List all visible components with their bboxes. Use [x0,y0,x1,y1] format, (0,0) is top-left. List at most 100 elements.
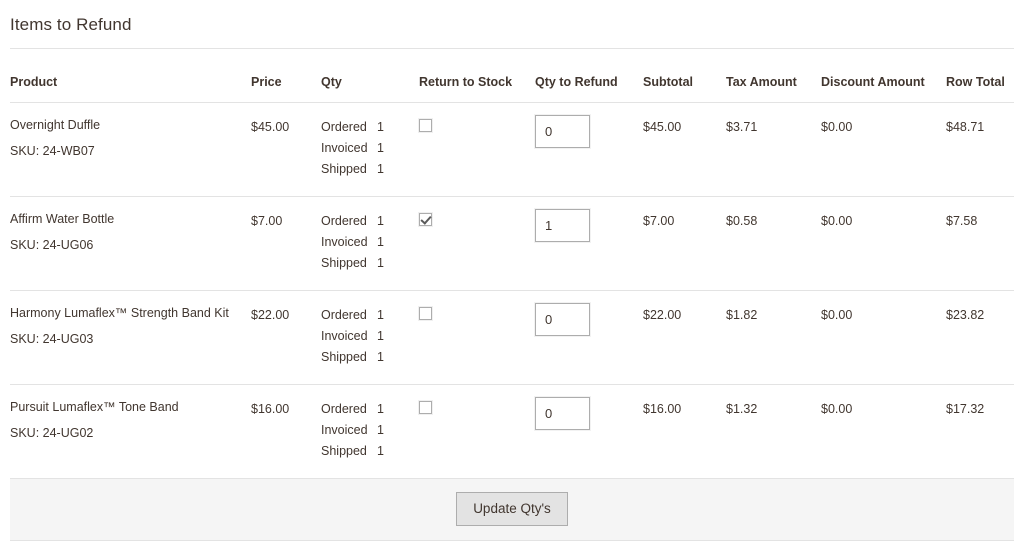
qty-shipped-item: Shipped 1 [321,441,413,462]
cell-qty-to-refund [535,102,643,197]
table-body: Overnight Duffle SKU: 24-WB07 $45.00 Ordere… [10,102,1014,479]
qty-invoiced-label: Invoiced [321,423,368,437]
qty-invoiced-label: Invoiced [321,141,368,155]
cell-return-to-stock [419,290,535,385]
return-to-stock-checkbox[interactable] [419,307,432,320]
product-name: Affirm Water Bottle [10,212,115,226]
qty-to-refund-input[interactable] [535,209,590,242]
cell-subtotal: $16.00 [643,384,726,479]
update-qtys-button[interactable]: Update Qty's [456,492,568,526]
qty-breakdown-list: Ordered 1 Invoiced 1 Shipped 1 [321,117,413,180]
qty-ordered-item: Ordered 1 [321,211,413,232]
cell-product: Pursuit Lumaflex™ Tone Band SKU: 24-UG02 [10,384,251,479]
qty-shipped-item: Shipped 1 [321,159,413,180]
qty-to-refund-input[interactable] [535,115,590,148]
product-sku: SKU: 24-UG03 [10,332,94,346]
qty-ordered-value: 1 [377,214,384,228]
cell-discount-amount: $0.00 [821,102,946,197]
table-row: Affirm Water Bottle SKU: 24-UG06 $7.00 Orde… [10,196,1014,291]
qty-breakdown-list: Ordered 1 Invoiced 1 Shipped 1 [321,211,413,274]
cell-tax-amount: $0.58 [726,196,821,291]
column-header-row-total: Row Total [946,49,1014,103]
qty-to-refund-input[interactable] [535,303,590,336]
qty-ordered-value: 1 [377,308,384,322]
table-header-row: Product Price Qty Return to Stock Qty to… [10,49,1014,103]
table-row: Harmony Lumaflex™ Strength Band Kit SKU: … [10,290,1014,385]
qty-breakdown-list: Ordered 1 Invoiced 1 Shipped 1 [321,399,413,462]
qty-shipped-item: Shipped 1 [321,347,413,368]
cell-row-total: $17.32 [946,384,1014,479]
qty-invoiced-value: 1 [377,235,384,249]
cell-price: $16.00 [251,384,321,479]
qty-shipped-label: Shipped [321,444,367,458]
cell-return-to-stock [419,384,535,479]
qty-shipped-value: 1 [377,162,384,176]
table-header: Product Price Qty Return to Stock Qty to… [10,49,1014,103]
return-to-stock-checkbox[interactable] [419,213,432,226]
qty-ordered-value: 1 [377,402,384,416]
qty-to-refund-input[interactable] [535,397,590,430]
qty-invoiced-item: Invoiced 1 [321,326,413,347]
cell-tax-amount: $1.32 [726,384,821,479]
cell-price: $22.00 [251,290,321,385]
column-header-tax-amount: Tax Amount [726,49,821,103]
column-header-price: Price [251,49,321,103]
cell-qty: Ordered 1 Invoiced 1 Shipped 1 [321,384,419,479]
items-to-refund-panel: Items to Refund Product Price Qty Return… [0,0,1024,541]
cell-qty-to-refund [535,290,643,385]
items-to-refund-table: Product Price Qty Return to Stock Qty to… [10,49,1014,479]
table-row: Pursuit Lumaflex™ Tone Band SKU: 24-UG02 $… [10,384,1014,479]
qty-ordered-label: Ordered [321,308,367,322]
cell-product: Harmony Lumaflex™ Strength Band Kit SKU: … [10,290,251,385]
cell-qty: Ordered 1 Invoiced 1 Shipped 1 [321,102,419,197]
cell-price: $7.00 [251,196,321,291]
return-to-stock-checkbox[interactable] [419,401,432,414]
qty-invoiced-item: Invoiced 1 [321,232,413,253]
cell-qty-to-refund [535,196,643,291]
cell-subtotal: $22.00 [643,290,726,385]
cell-qty: Ordered 1 Invoiced 1 Shipped 1 [321,196,419,291]
cell-discount-amount: $0.00 [821,290,946,385]
column-header-return-to-stock: Return to Stock [419,49,535,103]
qty-shipped-value: 1 [377,444,384,458]
cell-row-total: $48.71 [946,102,1014,197]
cell-qty-to-refund [535,384,643,479]
cell-product: Overnight Duffle SKU: 24-WB07 [10,102,251,197]
product-name: Harmony Lumaflex™ Strength Band Kit [10,306,229,320]
qty-ordered-value: 1 [377,120,384,134]
qty-ordered-label: Ordered [321,402,367,416]
column-header-discount-amount: Discount Amount [821,49,946,103]
cell-qty: Ordered 1 Invoiced 1 Shipped 1 [321,290,419,385]
qty-shipped-value: 1 [377,350,384,364]
qty-invoiced-label: Invoiced [321,329,368,343]
cell-product: Affirm Water Bottle SKU: 24-UG06 [10,196,251,291]
qty-shipped-label: Shipped [321,256,367,270]
table-row: Overnight Duffle SKU: 24-WB07 $45.00 Ordere… [10,102,1014,197]
cell-discount-amount: $0.00 [821,384,946,479]
table-footer: Update Qty's [10,479,1014,541]
column-header-subtotal: Subtotal [643,49,726,103]
qty-shipped-label: Shipped [321,162,367,176]
cell-row-total: $7.58 [946,196,1014,291]
cell-row-total: $23.82 [946,290,1014,385]
product-sku: SKU: 24-UG02 [10,426,94,440]
qty-invoiced-label: Invoiced [321,235,368,249]
qty-invoiced-value: 1 [377,141,384,155]
cell-subtotal: $7.00 [643,196,726,291]
qty-shipped-value: 1 [377,256,384,270]
product-name: Overnight Duffle [10,118,101,132]
product-name: Pursuit Lumaflex™ Tone Band [10,400,179,414]
product-sku: SKU: 24-WB07 [10,144,95,158]
qty-shipped-item: Shipped 1 [321,253,413,274]
qty-ordered-label: Ordered [321,120,367,134]
cell-return-to-stock [419,102,535,197]
column-header-qty: Qty [321,49,419,103]
column-header-product: Product [10,49,251,103]
qty-shipped-label: Shipped [321,350,367,364]
return-to-stock-checkbox[interactable] [419,119,432,132]
cell-tax-amount: $1.82 [726,290,821,385]
cell-price: $45.00 [251,102,321,197]
qty-ordered-item: Ordered 1 [321,117,413,138]
qty-ordered-item: Ordered 1 [321,305,413,326]
column-header-qty-to-refund: Qty to Refund [535,49,643,103]
